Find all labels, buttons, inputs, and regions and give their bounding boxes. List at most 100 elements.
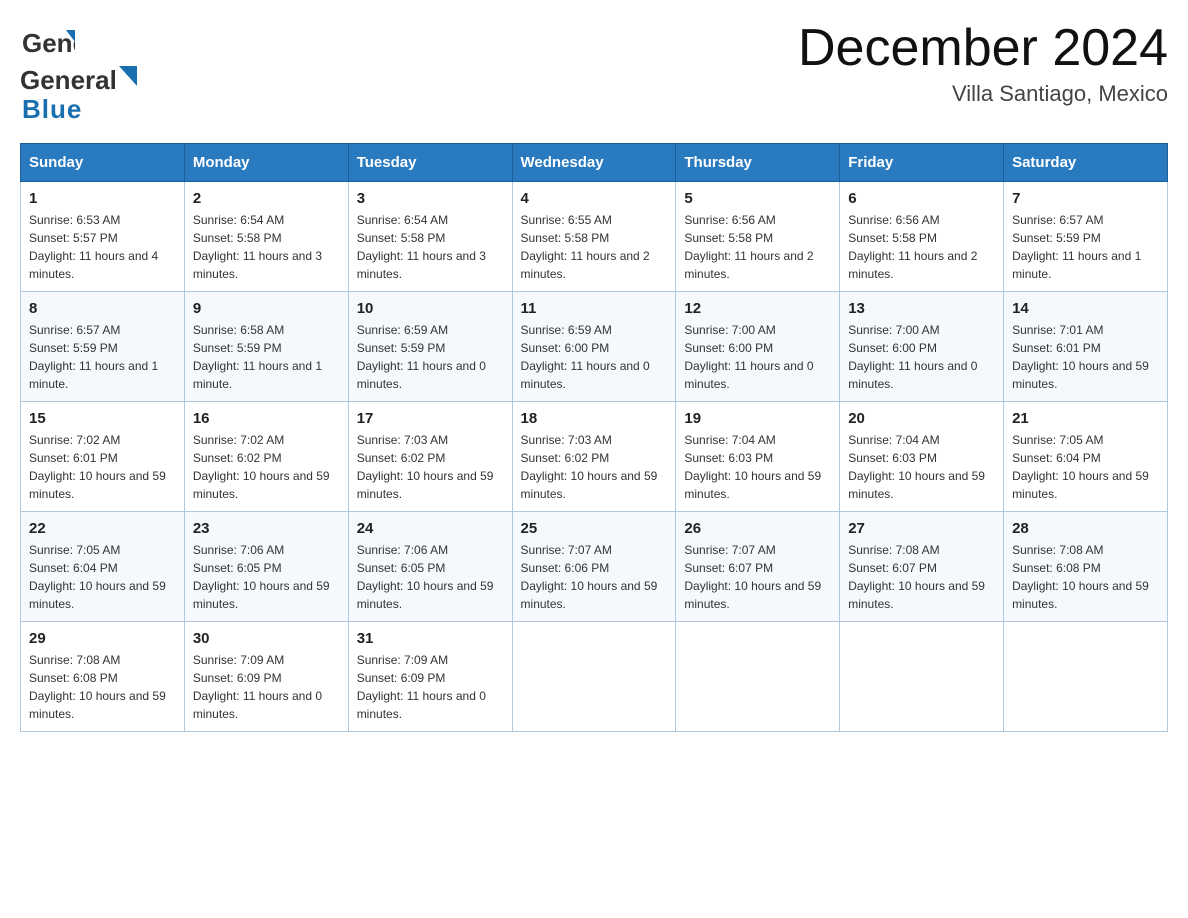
day-info: Sunrise: 7:02 AMSunset: 6:01 PMDaylight:… [29,431,176,503]
calendar-week-3: 15 Sunrise: 7:02 AMSunset: 6:01 PMDayligh… [21,402,1168,512]
calendar-cell: 9Sunrise: 6:58 AMSunset: 5:59 PMDaylight… [184,292,348,402]
calendar-week-5: 29 Sunrise: 7:08 AMSunset: 6:08 PMDayligh… [21,622,1168,732]
day-number: 7 [1012,190,1159,207]
calendar-cell: 21 Sunrise: 7:05 AMSunset: 6:04 PMDayligh… [1004,402,1168,512]
day-info: Sunrise: 7:03 AMSunset: 6:02 PMDaylight:… [521,431,668,503]
calendar-cell: 25 Sunrise: 7:07 AMSunset: 6:06 PMDayligh… [512,512,676,622]
day-info: Sunrise: 6:57 AMSunset: 5:59 PMDaylight:… [29,321,176,393]
calendar-cell: 4Sunrise: 6:55 AMSunset: 5:58 PMDaylight… [512,182,676,292]
calendar-cell: 19Sunrise: 7:04 AMSunset: 6:03 PMDayligh… [676,402,840,512]
day-info: Sunrise: 7:07 AMSunset: 6:06 PMDaylight:… [521,541,668,613]
calendar-dow-tuesday: Tuesday [348,144,512,182]
calendar-cell: 20 Sunrise: 7:04 AMSunset: 6:03 PMDayligh… [840,402,1004,512]
calendar-cell: 24Sunrise: 7:06 AMSunset: 6:05 PMDayligh… [348,512,512,622]
calendar-cell: 8 Sunrise: 6:57 AMSunset: 5:59 PMDaylight… [21,292,185,402]
day-info: Sunrise: 6:59 AMSunset: 6:00 PMDaylight:… [521,321,668,393]
day-info: Sunrise: 7:00 AMSunset: 6:00 PMDaylight:… [684,321,831,393]
calendar-cell: 6 Sunrise: 6:56 AMSunset: 5:58 PMDaylight… [840,182,1004,292]
day-info: Sunrise: 6:55 AMSunset: 5:58 PMDaylight:… [521,211,668,283]
calendar-cell: 2Sunrise: 6:54 AMSunset: 5:58 PMDaylight… [184,182,348,292]
calendar-dow-saturday: Saturday [1004,144,1168,182]
day-number: 21 [1012,410,1159,427]
calendar-cell: 29 Sunrise: 7:08 AMSunset: 6:08 PMDayligh… [21,622,185,732]
month-title: December 2024 [798,20,1168,77]
day-number: 6 [848,190,995,207]
day-info: Sunrise: 7:08 AMSunset: 6:07 PMDaylight:… [848,541,995,613]
day-info: Sunrise: 7:04 AMSunset: 6:03 PMDaylight:… [848,431,995,503]
day-number: 29 [29,630,176,647]
day-info: Sunrise: 7:06 AMSunset: 6:05 PMDaylight:… [357,541,504,613]
day-number: 25 [521,520,668,537]
logo-triangle-icon [119,66,137,88]
day-info: Sunrise: 7:08 AMSunset: 6:08 PMDaylight:… [1012,541,1159,613]
day-number: 26 [684,520,831,537]
calendar-cell: 12Sunrise: 7:00 AMSunset: 6:00 PMDayligh… [676,292,840,402]
calendar-cell [512,622,676,732]
logo-general: General [20,65,117,96]
day-info: Sunrise: 7:02 AMSunset: 6:02 PMDaylight:… [193,431,340,503]
calendar-dow-friday: Friday [840,144,1004,182]
day-info: Sunrise: 6:56 AMSunset: 5:58 PMDaylight:… [848,211,995,283]
day-info: Sunrise: 7:09 AMSunset: 6:09 PMDaylight:… [357,651,504,723]
day-info: Sunrise: 6:57 AMSunset: 5:59 PMDaylight:… [1012,211,1159,283]
calendar-week-4: 22 Sunrise: 7:05 AMSunset: 6:04 PMDayligh… [21,512,1168,622]
calendar-cell: 16 Sunrise: 7:02 AMSunset: 6:02 PMDayligh… [184,402,348,512]
day-info: Sunrise: 6:56 AMSunset: 5:58 PMDaylight:… [684,211,831,283]
calendar-week-2: 8 Sunrise: 6:57 AMSunset: 5:59 PMDaylight… [21,292,1168,402]
day-info: Sunrise: 6:59 AMSunset: 5:59 PMDaylight:… [357,321,504,393]
day-number: 8 [29,300,176,317]
day-number: 31 [357,630,504,647]
calendar-dow-thursday: Thursday [676,144,840,182]
day-number: 5 [684,190,831,207]
calendar-week-1: 1 Sunrise: 6:53 AMSunset: 5:57 PMDaylight… [21,182,1168,292]
day-number: 1 [29,190,176,207]
calendar-table: SundayMondayTuesdayWednesdayThursdayFrid… [20,143,1168,732]
calendar-dow-monday: Monday [184,144,348,182]
day-info: Sunrise: 7:06 AMSunset: 6:05 PMDaylight:… [193,541,340,613]
day-number: 20 [848,410,995,427]
calendar-cell: 10 Sunrise: 6:59 AMSunset: 5:59 PMDayligh… [348,292,512,402]
day-info: Sunrise: 7:09 AMSunset: 6:09 PMDaylight:… [193,651,340,723]
day-info: Sunrise: 7:08 AMSunset: 6:08 PMDaylight:… [29,651,176,723]
calendar-cell: 5 Sunrise: 6:56 AMSunset: 5:58 PMDaylight… [676,182,840,292]
calendar-cell [840,622,1004,732]
calendar-cell: 17Sunrise: 7:03 AMSunset: 6:02 PMDayligh… [348,402,512,512]
day-number: 16 [193,410,340,427]
day-number: 27 [848,520,995,537]
logo-blue: Blue [22,94,82,124]
calendar-cell: 30 Sunrise: 7:09 AMSunset: 6:09 PMDayligh… [184,622,348,732]
calendar-header-row: SundayMondayTuesdayWednesdayThursdayFrid… [21,144,1168,182]
day-number: 9 [193,300,340,317]
calendar-cell: 23 Sunrise: 7:06 AMSunset: 6:05 PMDayligh… [184,512,348,622]
location-title: Villa Santiago, Mexico [798,81,1168,107]
title-block: December 2024 Villa Santiago, Mexico [798,20,1168,107]
day-info: Sunrise: 7:07 AMSunset: 6:07 PMDaylight:… [684,541,831,613]
day-number: 10 [357,300,504,317]
day-number: 22 [29,520,176,537]
day-number: 11 [521,300,668,317]
day-info: Sunrise: 7:05 AMSunset: 6:04 PMDaylight:… [1012,431,1159,503]
day-number: 15 [29,410,176,427]
day-number: 3 [357,190,504,207]
day-number: 13 [848,300,995,317]
day-info: Sunrise: 7:05 AMSunset: 6:04 PMDaylight:… [29,541,176,613]
svg-text:General: General [22,28,75,58]
day-number: 28 [1012,520,1159,537]
page-header: General General Blue December 2024 Villa… [20,20,1168,125]
day-info: Sunrise: 6:54 AMSunset: 5:58 PMDaylight:… [357,211,504,283]
calendar-cell: 22 Sunrise: 7:05 AMSunset: 6:04 PMDayligh… [21,512,185,622]
calendar-dow-sunday: Sunday [21,144,185,182]
day-number: 30 [193,630,340,647]
day-info: Sunrise: 6:53 AMSunset: 5:57 PMDaylight:… [29,211,176,283]
calendar-cell: 28 Sunrise: 7:08 AMSunset: 6:08 PMDayligh… [1004,512,1168,622]
day-number: 2 [193,190,340,207]
day-number: 18 [521,410,668,427]
calendar-cell: 26 Sunrise: 7:07 AMSunset: 6:07 PMDayligh… [676,512,840,622]
calendar-cell [676,622,840,732]
day-number: 14 [1012,300,1159,317]
day-number: 23 [193,520,340,537]
logo: General General Blue [20,20,137,125]
day-info: Sunrise: 7:03 AMSunset: 6:02 PMDaylight:… [357,431,504,503]
calendar-cell: 18 Sunrise: 7:03 AMSunset: 6:02 PMDayligh… [512,402,676,512]
calendar-cell: 11 Sunrise: 6:59 AMSunset: 6:00 PMDayligh… [512,292,676,402]
